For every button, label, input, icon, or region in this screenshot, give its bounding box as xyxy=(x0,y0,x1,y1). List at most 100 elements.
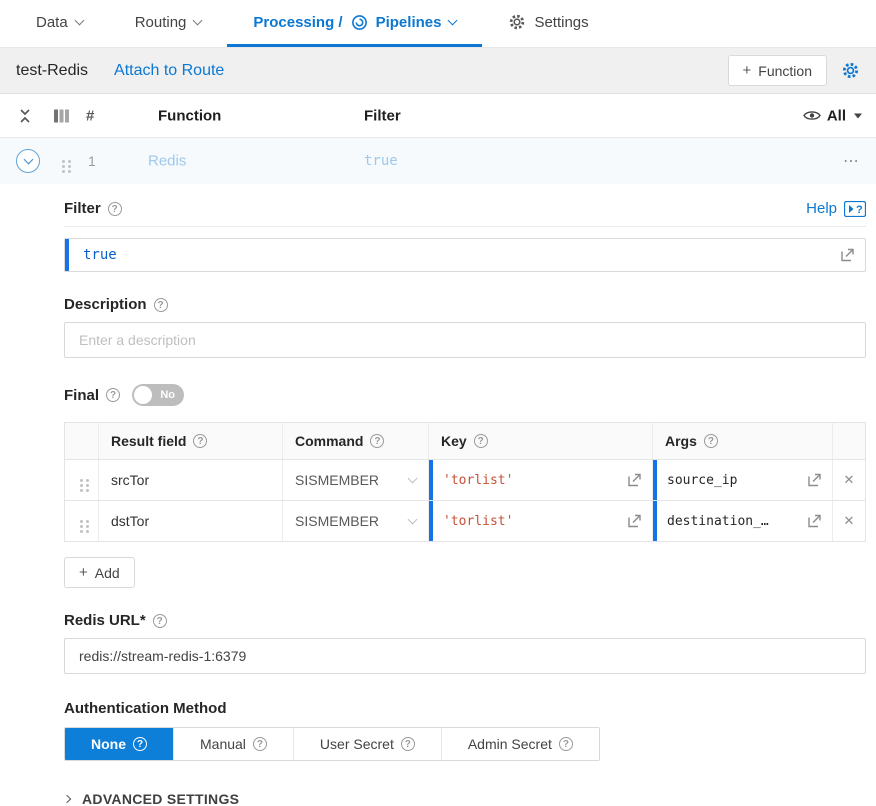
help-circle-icon[interactable] xyxy=(370,434,384,448)
command-select[interactable]: SISMEMBER xyxy=(283,501,429,541)
add-function-button[interactable]: + Function xyxy=(728,55,827,86)
expand-editor-icon[interactable] xyxy=(807,514,822,529)
remove-column-header xyxy=(833,423,865,459)
toggle-knob xyxy=(134,386,152,404)
key-header: Key xyxy=(429,423,653,459)
command-select[interactable]: SISMEMBER xyxy=(283,460,429,500)
redis-url-label: Redis URL* xyxy=(64,612,146,629)
nav-settings[interactable]: Settings xyxy=(482,0,614,47)
help-circle-icon[interactable] xyxy=(133,737,147,751)
more-menu-icon[interactable]: ⋯ xyxy=(843,151,860,171)
drag-handle[interactable] xyxy=(62,154,71,168)
remove-row-cell: ✕ xyxy=(833,501,865,541)
columns-icon[interactable] xyxy=(54,109,69,122)
plus-icon: + xyxy=(79,564,88,581)
nav-data-label: Data xyxy=(36,14,68,31)
auth-option-manual[interactable]: Manual xyxy=(173,728,293,760)
help-circle-icon[interactable] xyxy=(401,737,415,751)
nav-data[interactable]: Data xyxy=(10,0,109,47)
nav-routing-label: Routing xyxy=(135,14,187,31)
column-header-function: Function xyxy=(158,107,221,124)
expand-editor-icon[interactable] xyxy=(807,473,822,488)
description-input[interactable] xyxy=(64,322,866,358)
chevron-down-icon xyxy=(408,473,418,483)
auth-option-none[interactable]: None xyxy=(65,728,173,760)
table-row: srcTor SISMEMBER 'torlist' xyxy=(65,460,865,501)
code-accent-bar xyxy=(65,239,69,271)
result-field-cell[interactable]: srcTor xyxy=(99,460,283,500)
redis-url-input[interactable] xyxy=(64,638,866,674)
chevron-down-icon xyxy=(408,514,418,524)
advanced-settings-toggle[interactable]: ADVANCED SETTINGS xyxy=(64,791,866,806)
help-circle-icon[interactable] xyxy=(153,614,167,628)
args-expression-cell[interactable]: destination_… xyxy=(653,501,833,541)
help-circle-icon[interactable] xyxy=(704,434,718,448)
key-header-label: Key xyxy=(441,433,467,449)
help-link[interactable]: Help ? xyxy=(806,200,866,217)
row-drag-handle[interactable] xyxy=(65,501,99,541)
code-accent-bar xyxy=(653,460,657,500)
visibility-filter-dropdown[interactable]: All xyxy=(803,107,862,124)
remove-row-icon[interactable]: ✕ xyxy=(844,472,855,488)
result-field-header: Result field xyxy=(99,423,283,459)
expand-editor-icon[interactable] xyxy=(840,248,855,263)
command-header-label: Command xyxy=(295,433,363,449)
pipeline-title: test-Redis xyxy=(16,62,88,80)
function-list-header: # Function Filter All xyxy=(0,94,876,138)
args-header: Args xyxy=(653,423,833,459)
code-accent-bar xyxy=(653,501,657,541)
toggle-label: No xyxy=(160,389,175,401)
result-field-cell[interactable]: dstTor xyxy=(99,501,283,541)
args-expression-inner: source_ip xyxy=(653,460,832,500)
key-expression-inner: 'torlist' xyxy=(429,501,652,541)
key-expression-cell[interactable]: 'torlist' xyxy=(429,501,653,541)
collapse-all-icon[interactable] xyxy=(18,108,32,123)
command-header: Command xyxy=(283,423,429,459)
auth-option-user-secret[interactable]: User Secret xyxy=(293,728,441,760)
eye-icon xyxy=(803,110,821,122)
nav-processing-label: Processing / xyxy=(253,14,342,31)
gear-icon xyxy=(508,13,526,31)
chevron-down-icon xyxy=(448,15,458,25)
plus-icon: + xyxy=(743,62,752,79)
help-circle-icon[interactable] xyxy=(253,737,267,751)
auth-option-label: Manual xyxy=(200,736,246,752)
chevron-down-icon xyxy=(193,15,203,25)
command-value: SISMEMBER xyxy=(295,472,379,488)
auth-option-label: Admin Secret xyxy=(468,736,552,752)
function-row: 1 Redis true Off ⋯ xyxy=(0,138,876,184)
help-circle-icon[interactable] xyxy=(193,434,207,448)
final-row: Final No xyxy=(64,384,866,406)
help-circle-icon[interactable] xyxy=(559,737,573,751)
filter-expression-input[interactable]: true xyxy=(64,238,866,272)
pipeline-header: test-Redis Attach to Route + Function xyxy=(0,48,876,94)
nav-routing[interactable]: Routing xyxy=(109,0,228,47)
args-expression-cell[interactable]: source_ip xyxy=(653,460,833,500)
attach-to-route-link[interactable]: Attach to Route xyxy=(114,62,224,80)
function-name[interactable]: Redis xyxy=(148,153,186,170)
table-row: dstTor SISMEMBER 'torlist' xyxy=(65,501,865,541)
add-command-button[interactable]: + Add xyxy=(64,557,135,588)
key-expression-cell[interactable]: 'torlist' xyxy=(429,460,653,500)
help-circle-icon[interactable] xyxy=(106,388,120,402)
expand-editor-icon[interactable] xyxy=(627,514,642,529)
chevron-down-icon xyxy=(74,15,84,25)
final-toggle[interactable]: No xyxy=(132,384,184,406)
expand-editor-icon[interactable] xyxy=(627,473,642,488)
help-circle-icon[interactable] xyxy=(474,434,488,448)
collapse-row-button[interactable] xyxy=(16,149,40,173)
code-accent-bar xyxy=(429,501,433,541)
remove-row-icon[interactable]: ✕ xyxy=(844,513,855,529)
nav-processing-pipelines[interactable]: Processing / Pipelines xyxy=(227,0,482,47)
filter-label-row: Filter Help ? xyxy=(64,200,866,217)
row-drag-handle[interactable] xyxy=(65,460,99,500)
code-accent-bar xyxy=(429,460,433,500)
help-circle-icon[interactable] xyxy=(154,298,168,312)
key-expression-value: 'torlist' xyxy=(443,514,513,529)
pipeline-settings-gear-icon[interactable] xyxy=(841,61,860,80)
auth-option-admin-secret[interactable]: Admin Secret xyxy=(441,728,599,760)
auth-option-label: User Secret xyxy=(320,736,394,752)
args-expression-value: source_ip xyxy=(667,473,737,488)
description-label: Description xyxy=(64,296,147,313)
help-circle-icon[interactable] xyxy=(108,202,122,216)
